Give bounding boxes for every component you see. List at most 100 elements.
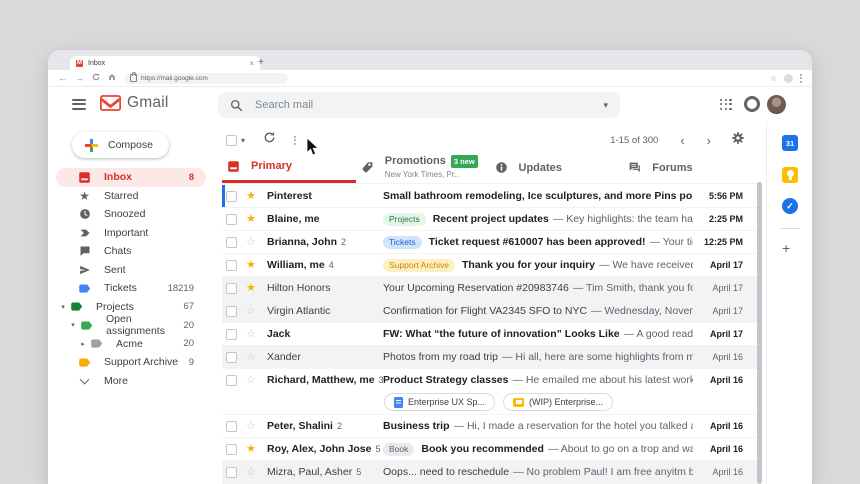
calendar-icon[interactable]: 31 (782, 135, 798, 151)
star-icon[interactable] (246, 351, 259, 364)
email-row[interactable]: Peter, Shalini2 Business trip— Hi, I mad… (222, 415, 757, 438)
select-all-checkbox[interactable] (226, 135, 237, 146)
url-field[interactable]: https://mail.google.com (124, 73, 288, 84)
star-icon[interactable] (246, 466, 259, 479)
collapsed-caret-icon[interactable] (78, 340, 88, 348)
row-checkbox[interactable] (226, 306, 237, 317)
select-caret-icon[interactable]: ▾ (241, 136, 245, 145)
sidebar-item-snoozed[interactable]: Snoozed (48, 205, 222, 224)
row-checkbox[interactable] (226, 237, 237, 248)
get-addons-plus-icon[interactable]: + (782, 240, 790, 256)
email-row[interactable]: Xander Photos from my road trip— Hi all,… (222, 346, 757, 369)
hamburger-menu-icon[interactable] (72, 99, 86, 112)
list-scrollbar[interactable] (757, 182, 762, 484)
star-icon[interactable] (246, 282, 259, 295)
row-checkbox[interactable] (226, 191, 237, 202)
gmail-favicon: M (76, 60, 83, 67)
email-row[interactable]: Blaine, me ProjectsRecent project update… (222, 208, 757, 231)
email-row[interactable]: Virgin Atlantic Confirmation for Flight … (222, 300, 757, 323)
search-input[interactable] (253, 98, 593, 112)
expand-caret-icon[interactable] (58, 303, 68, 311)
label-chip[interactable]: Support Archive (383, 259, 455, 272)
row-checkbox[interactable] (226, 214, 237, 225)
star-icon: ★ (78, 189, 91, 202)
bookmark-star-icon[interactable]: ☆ (770, 74, 777, 83)
email-row[interactable]: Richard, Matthew, me3 Product Strategy c… (222, 369, 757, 415)
attachment-chip[interactable]: Enterprise UX Sp... (384, 393, 495, 411)
row-checkbox[interactable] (226, 444, 237, 455)
tab-promotions[interactable]: Promotions3 new New York Times, Pr.. (356, 152, 490, 183)
keep-icon[interactable] (782, 167, 798, 183)
info-icon (495, 161, 508, 174)
row-checkbox[interactable] (226, 352, 237, 363)
chat-icon (78, 245, 91, 258)
inbox-icon (78, 171, 91, 184)
forward-icon[interactable]: → (75, 74, 84, 83)
refresh-icon[interactable] (263, 131, 276, 149)
label-chip[interactable]: Projects (383, 213, 426, 226)
star-icon[interactable] (246, 236, 259, 249)
email-row[interactable]: Pinterest Small bathroom remodeling, Ice… (222, 185, 757, 208)
home-icon[interactable] (108, 73, 116, 83)
account-avatar[interactable] (767, 95, 786, 114)
close-tab-icon[interactable]: × (249, 59, 254, 68)
sidebar-item-starred[interactable]: ★ Starred (48, 187, 222, 206)
label-chip[interactable]: Book (383, 443, 414, 456)
row-checkbox[interactable] (226, 283, 237, 294)
star-icon[interactable] (246, 259, 259, 272)
row-checkbox[interactable] (226, 260, 237, 271)
tag-icon (361, 161, 374, 174)
slides-icon (513, 398, 524, 407)
settings-gear-icon[interactable] (731, 131, 745, 150)
sidebar-item-acme[interactable]: Acme 20 (48, 335, 222, 354)
star-icon[interactable] (246, 190, 259, 203)
tab-forums[interactable]: Forums (623, 152, 757, 183)
row-checkbox[interactable] (226, 421, 237, 432)
star-icon[interactable] (246, 305, 259, 318)
compose-button[interactable]: Compose (72, 132, 169, 158)
email-row[interactable]: Jack FW: What “the future of innovation”… (222, 323, 757, 346)
attachment-chip[interactable]: (WIP) Enterprise... (503, 393, 613, 411)
sidebar-item-inbox[interactable]: Inbox 8 (56, 168, 206, 187)
star-icon[interactable] (246, 213, 259, 226)
back-icon[interactable]: ← (58, 74, 67, 83)
sidebar-item-support-archive[interactable]: Support Archive 9 (48, 353, 222, 372)
label-chip[interactable]: Tickets (383, 236, 422, 249)
sidebar-item-important[interactable]: Important (48, 224, 222, 243)
sidebar-nav: Inbox 8 ★ Starred Snoozed (48, 168, 222, 390)
tab-updates[interactable]: Updates (490, 152, 624, 183)
star-icon[interactable] (246, 420, 259, 433)
search-options-caret-icon[interactable]: ▾ (603, 100, 608, 111)
email-row[interactable]: William, me4 Support ArchiveThank you fo… (222, 254, 757, 277)
sidebar-item-open-assignments[interactable]: Open assignments 20 (48, 316, 222, 335)
search-bar[interactable]: ▾ (218, 92, 620, 118)
star-icon[interactable] (246, 443, 259, 456)
expand-caret-icon[interactable] (68, 321, 78, 329)
sidebar-item-chats[interactable]: Chats (48, 242, 222, 261)
newer-page-icon[interactable]: ‹ (680, 134, 684, 147)
star-icon[interactable] (246, 374, 259, 387)
sidebar-item-more[interactable]: More (48, 372, 222, 391)
row-checkbox[interactable] (226, 467, 237, 478)
tab-primary[interactable]: Primary (222, 152, 356, 183)
row-checkbox[interactable] (226, 375, 237, 386)
email-row[interactable]: Hilton Honors Your Upcoming Reservation … (222, 277, 757, 300)
new-tab-button[interactable]: + (258, 56, 264, 70)
email-row[interactable]: Brianna, John2 TicketsTicket request #61… (222, 231, 757, 254)
browser-menu-icon[interactable] (800, 74, 802, 83)
browser-tab[interactable]: M Inbox × (70, 56, 260, 70)
reload-icon[interactable] (92, 73, 100, 83)
addon-side-panel: 31 ✓ + (766, 122, 812, 484)
more-options-icon[interactable] (294, 136, 296, 145)
email-row[interactable]: Mizra, Paul, Asher5 Oops... need to resc… (222, 461, 757, 484)
sidebar-item-sent[interactable]: Sent (48, 261, 222, 280)
star-icon[interactable] (246, 328, 259, 341)
row-checkbox[interactable] (226, 329, 237, 340)
browser-profile-avatar[interactable] (784, 74, 793, 83)
older-page-icon[interactable]: › (707, 134, 711, 147)
notifications-icon[interactable] (744, 96, 760, 112)
email-row[interactable]: Roy, Alex, John Jose5 BookBook you recom… (222, 438, 757, 461)
tasks-icon[interactable]: ✓ (782, 198, 798, 214)
sidebar-item-tickets[interactable]: Tickets 18219 (48, 279, 222, 298)
apps-grid-icon[interactable] (720, 99, 732, 111)
